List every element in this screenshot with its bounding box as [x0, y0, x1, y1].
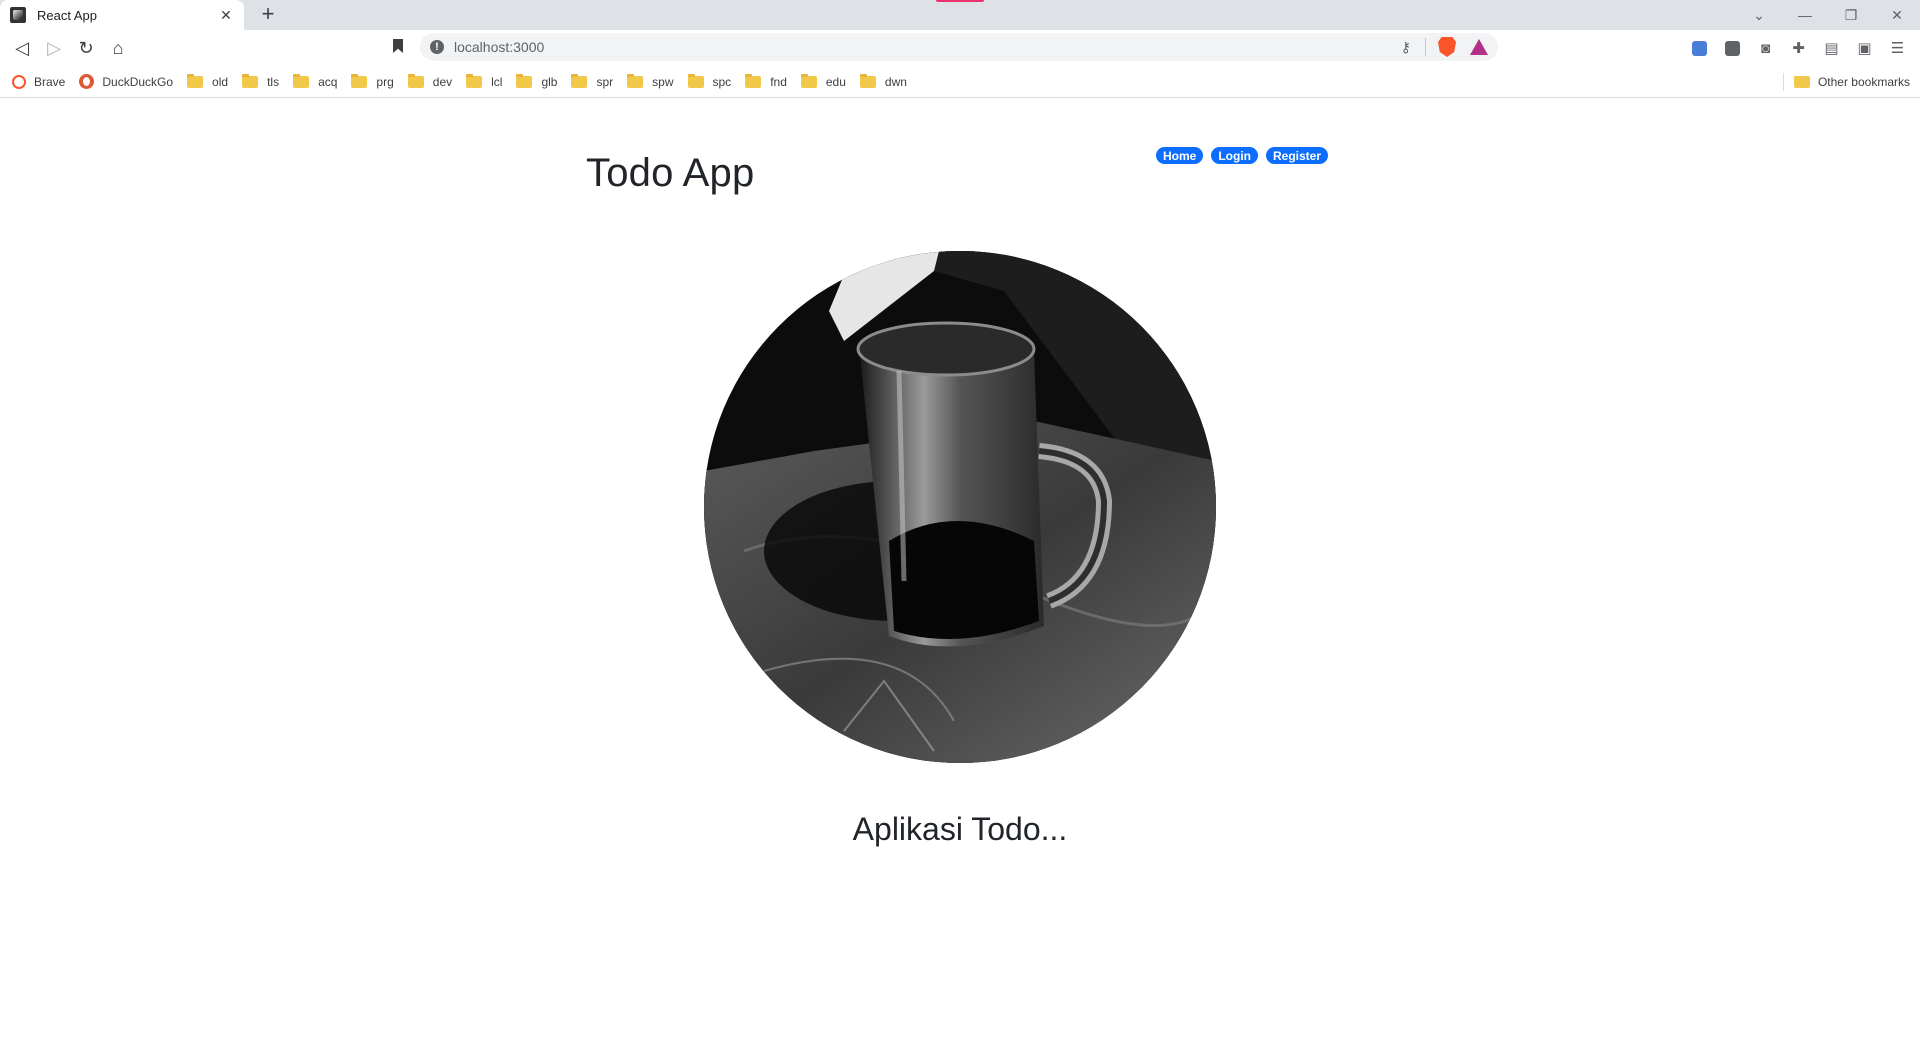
- brave-rewards-icon[interactable]: [1470, 39, 1488, 55]
- bookmark-folder-lcl[interactable]: lcl: [466, 73, 502, 89]
- other-bookmarks[interactable]: Other bookmarks: [1782, 66, 1910, 98]
- folder-icon: [1793, 76, 1810, 88]
- hero-mug-image: [704, 251, 1216, 763]
- close-window-button[interactable]: ✕: [1874, 7, 1920, 24]
- window-controls: ⌄ — ❐ ✕: [1736, 0, 1920, 30]
- folder-icon: [516, 73, 533, 88]
- bookmarks-separator: [1782, 73, 1784, 91]
- nav-home-button[interactable]: Home: [1156, 147, 1204, 164]
- bookmark-brave[interactable]: Brave: [12, 74, 65, 89]
- folder-icon: [407, 73, 424, 88]
- tab-strip: React App ✕ + ⌄ — ❐ ✕: [0, 0, 1920, 30]
- wallet-icon[interactable]: ▣: [1848, 33, 1881, 63]
- site-info-icon[interactable]: !: [430, 40, 444, 54]
- folder-icon: [687, 73, 704, 88]
- tab-title: React App: [37, 7, 97, 23]
- app-title: Todo App: [586, 151, 755, 195]
- minimize-button[interactable]: —: [1782, 7, 1828, 23]
- omnibox-divider: [1425, 38, 1426, 56]
- folder-icon: [745, 73, 762, 88]
- home-button[interactable]: ⌂: [102, 32, 134, 64]
- nav-login-button[interactable]: Login: [1211, 147, 1258, 164]
- bookmark-folder-spc[interactable]: spc: [687, 73, 731, 89]
- main-menu-icon[interactable]: ☰: [1881, 33, 1914, 63]
- bookmark-folder-fnd[interactable]: fnd: [745, 73, 787, 89]
- sidebar-toggle-icon[interactable]: ▤: [1815, 33, 1848, 63]
- bookmark-folder-old[interactable]: old: [187, 73, 228, 89]
- media-indicator: [936, 0, 984, 2]
- bookmark-duckduckgo[interactable]: DuckDuckGo: [79, 74, 173, 89]
- folder-icon: [242, 73, 259, 88]
- extension-icons: ◙ ✚ ▤ ▣ ☰: [1683, 30, 1914, 66]
- nav-register-button[interactable]: Register: [1266, 147, 1329, 164]
- folder-icon: [800, 73, 817, 88]
- brave-shields-icon[interactable]: [1438, 37, 1456, 57]
- bookmark-folder-prg[interactable]: prg: [351, 73, 394, 89]
- tab-close-icon[interactable]: ✕: [218, 7, 234, 24]
- tab-react-app[interactable]: React App ✕: [0, 0, 244, 30]
- bookmark-this-tab-icon[interactable]: [390, 38, 406, 56]
- folder-icon: [571, 73, 588, 88]
- folder-icon: [859, 73, 876, 88]
- screenshot-camera-icon[interactable]: ◙: [1749, 33, 1782, 63]
- folder-icon: [627, 73, 644, 88]
- bookmark-folder-dev[interactable]: dev: [407, 73, 452, 89]
- bookmark-folder-spr[interactable]: spr: [571, 73, 613, 89]
- back-button[interactable]: ◁: [6, 32, 38, 64]
- app-subtitle: Aplikasi Todo...: [852, 811, 1068, 847]
- folder-icon: [351, 73, 368, 88]
- url-text[interactable]: localhost:3000: [454, 39, 1401, 55]
- folder-icon: [187, 73, 204, 88]
- folder-icon: [293, 73, 310, 88]
- extensions-puzzle-icon[interactable]: ✚: [1782, 33, 1815, 63]
- bookmark-folder-edu[interactable]: edu: [800, 73, 846, 89]
- tab-favicon-icon: [10, 7, 26, 23]
- password-key-icon[interactable]: ⚷: [1401, 39, 1411, 56]
- bookmark-folder-glb[interactable]: glb: [516, 73, 557, 89]
- brave-icon: [12, 74, 26, 89]
- bookmarks-bar: Brave DuckDuckGo old tls acq prg dev lcl…: [0, 66, 1920, 98]
- forward-button[interactable]: ▷: [38, 32, 70, 64]
- folder-icon: [466, 73, 483, 88]
- page-viewport: Todo App Home Login Register Aplikasi To…: [0, 99, 1920, 1040]
- reload-button[interactable]: ↻: [70, 32, 102, 64]
- tab-search-icon[interactable]: ⌄: [1736, 7, 1782, 24]
- top-nav: Home Login Register: [1156, 147, 1329, 164]
- bitwarden-icon[interactable]: [1716, 33, 1749, 63]
- bookmark-folder-acq[interactable]: acq: [293, 73, 337, 89]
- bookmark-folder-dwn[interactable]: dwn: [859, 73, 907, 89]
- new-tab-button[interactable]: +: [256, 3, 280, 27]
- bookmark-folder-spw[interactable]: spw: [627, 73, 674, 89]
- address-bar[interactable]: ! localhost:3000 ⚷: [420, 33, 1498, 61]
- restore-button[interactable]: ❐: [1828, 7, 1874, 24]
- mug-photo: [704, 251, 1216, 763]
- translate-icon[interactable]: [1683, 33, 1716, 63]
- bookmark-folder-tls[interactable]: tls: [242, 73, 279, 89]
- duckduckgo-icon: [79, 74, 95, 89]
